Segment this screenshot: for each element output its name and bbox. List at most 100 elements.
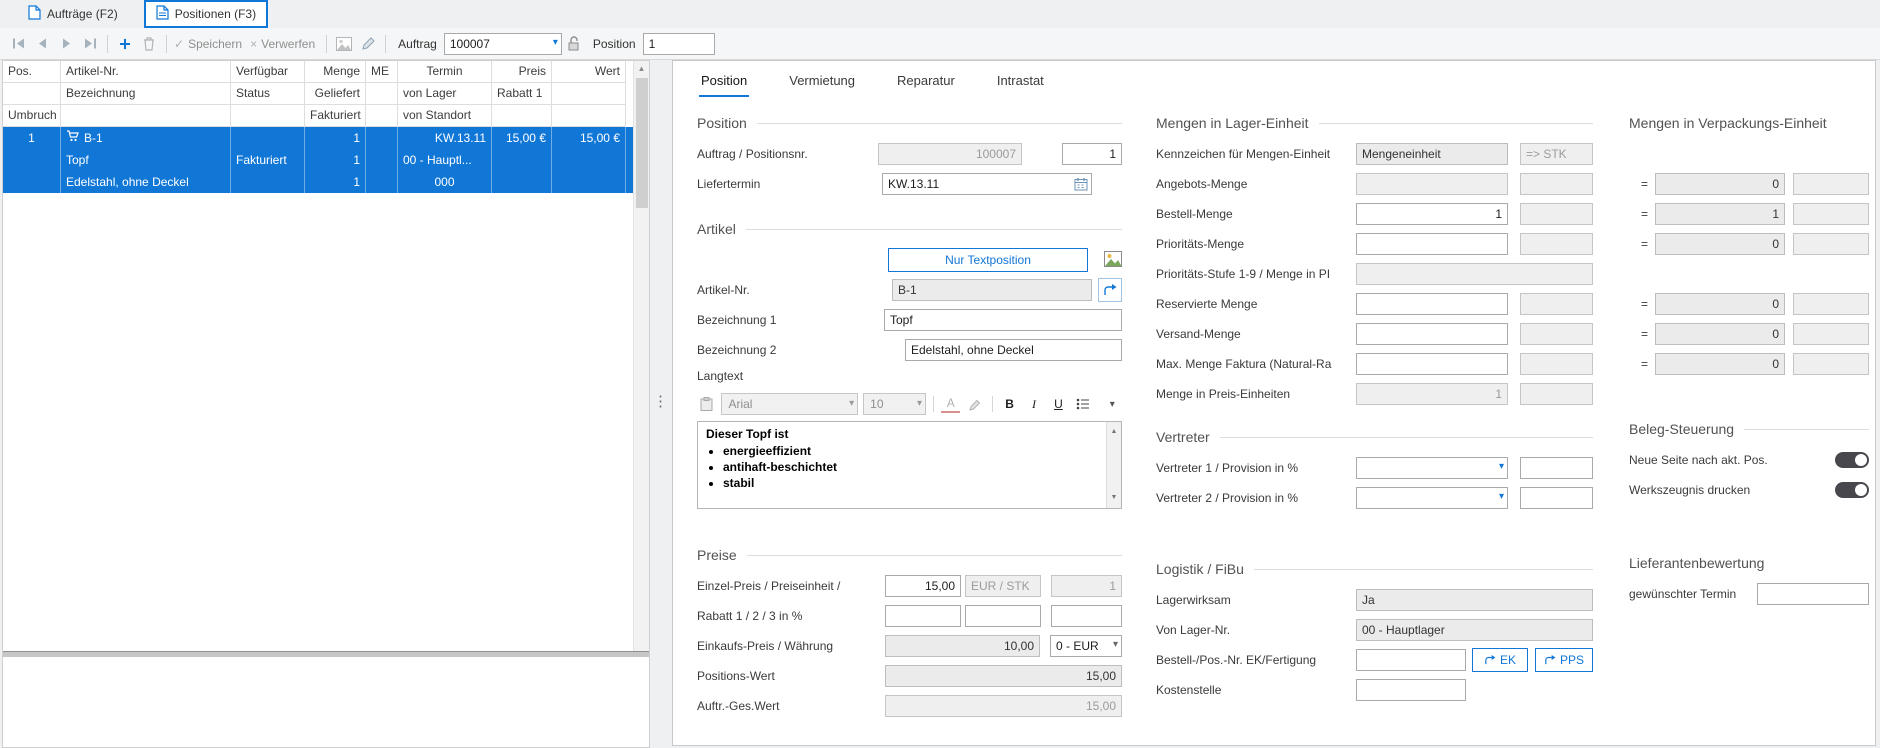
position-toolbar-input[interactable] [643, 33, 715, 55]
werkszeugnis-toggle[interactable] [1835, 482, 1869, 498]
col-header-me[interactable]: ME [366, 61, 398, 83]
col-header-fakturiert[interactable]: Fakturiert [305, 105, 366, 127]
nav-first-button[interactable] [6, 32, 30, 56]
col-header-preis[interactable]: Preis [492, 61, 552, 83]
col-header-menge[interactable]: Menge [305, 61, 366, 83]
col-header-geliefert[interactable]: Geliefert [305, 83, 366, 105]
scroll-down-icon[interactable]: ▼ [1111, 488, 1118, 508]
scrollbar-thumb[interactable] [636, 78, 648, 208]
vertical-splitter-handle[interactable]: ⋮ [653, 392, 668, 410]
prioritaets-menge-input[interactable] [1356, 233, 1508, 255]
cell-preis: 15,00 € [492, 127, 552, 193]
delete-row-button[interactable] [137, 32, 161, 56]
col-header-verfuegbar[interactable]: Verfügbar [231, 61, 305, 83]
langtext-editor[interactable]: Dieser Topf ist energieeffizient antihaf… [697, 421, 1122, 509]
tab-vermietung[interactable]: Vermietung [787, 69, 857, 97]
section-artikel: Artikel [697, 219, 1122, 239]
ek-button[interactable]: EK [1472, 648, 1528, 672]
col-header-wert[interactable]: Wert [552, 61, 626, 83]
kennzeichen-input [1356, 143, 1508, 165]
nav-prev-button[interactable] [30, 32, 54, 56]
langtext-scrollbar[interactable]: ▲ ▼ [1106, 422, 1121, 508]
tab-position[interactable]: Position [699, 69, 749, 97]
underline-button[interactable]: U [1049, 394, 1068, 414]
detail-content: Position Auftrag / Positionsnr. Lieferte… [673, 97, 1875, 725]
scroll-up-icon[interactable]: ▲ [1111, 422, 1118, 442]
image-tool-button[interactable] [332, 32, 356, 56]
col-header-status[interactable]: Status [231, 83, 305, 105]
neue-seite-toggle[interactable] [1835, 452, 1869, 468]
row-verpackung-5: = [1629, 323, 1869, 345]
toolbar-overflow-button[interactable]: ▾ [1103, 394, 1122, 414]
col-header-empty [231, 105, 305, 127]
tab-intrastat[interactable]: Intrastat [995, 69, 1046, 97]
add-row-button[interactable] [113, 32, 137, 56]
col-header-artikel-nr[interactable]: Artikel-Nr. [61, 61, 231, 83]
italic-button[interactable]: I [1024, 394, 1043, 414]
gewuenschter-termin-input[interactable] [1757, 583, 1869, 605]
col-header-von-lager[interactable]: von Lager [398, 83, 492, 105]
bestell-menge-input[interactable] [1356, 203, 1508, 225]
grid-row-selected[interactable]: 1 B-1 Topf Edelstahl, ohne Deckel Faktur… [3, 127, 649, 193]
bullet-list-button[interactable] [1073, 394, 1092, 414]
kostenstelle-input[interactable] [1356, 679, 1466, 701]
ek-label: EK [1500, 653, 1516, 667]
tab-auftraege[interactable]: Aufträge (F2) [18, 2, 128, 26]
section-logistik: Logistik / FiBu [1156, 559, 1593, 579]
grid-vertical-scrollbar[interactable]: ▲ [633, 61, 649, 651]
unlock-button[interactable] [562, 32, 586, 56]
max-menge-input[interactable] [1356, 353, 1508, 375]
bezeichnung-2-input[interactable] [905, 339, 1122, 361]
col-header-termin[interactable]: Termin [398, 61, 492, 83]
bezeichnung-1-input[interactable] [884, 309, 1122, 331]
bold-button[interactable]: B [1000, 394, 1019, 414]
col-header-bezeichnung[interactable]: Bezeichnung [61, 83, 231, 105]
col-header-umbruch[interactable]: Umbruch [3, 105, 61, 127]
col-header-pos[interactable]: Pos. [3, 61, 61, 83]
positions-nr-input[interactable] [1062, 143, 1122, 165]
paste-button[interactable] [697, 394, 716, 414]
artikel-nr-value: B-1 [84, 127, 103, 149]
tab-reparatur[interactable]: Reparatur [895, 69, 957, 97]
waehrung-input[interactable] [1050, 635, 1122, 657]
waehrung-combo[interactable]: ▾ [1050, 635, 1122, 657]
save-button[interactable]: ✓ Speichern [174, 37, 242, 51]
provision-1-input[interactable] [1520, 457, 1593, 479]
reservierte-menge-input[interactable] [1356, 293, 1508, 315]
rabatt-2-input[interactable] [965, 605, 1041, 627]
jump-arrow-icon [1103, 284, 1117, 296]
vertreter-1-combo[interactable]: ▾ [1356, 457, 1508, 479]
liefertermin-input[interactable] [882, 173, 1092, 195]
edit-text-tool-button[interactable] [356, 32, 380, 56]
einzelpreis-input[interactable] [885, 575, 961, 597]
nur-textposition-button[interactable]: Nur Textposition [888, 248, 1088, 272]
row-gesamtwert: Auftr.-Ges.Wert [697, 695, 1122, 717]
goto-artikel-button[interactable] [1098, 278, 1122, 302]
trash-icon [143, 37, 155, 51]
col-header-rabatt[interactable]: Rabatt 1 [492, 83, 552, 105]
vertreter-1-input[interactable] [1356, 457, 1508, 479]
versand-menge-input[interactable] [1356, 323, 1508, 345]
rabatt-3-input[interactable] [1051, 605, 1122, 627]
artikel-nr-input[interactable] [892, 279, 1092, 301]
auftrag-nr-input [878, 143, 1022, 165]
col-header-von-standort[interactable]: von Standort [398, 105, 492, 127]
auftrag-combo[interactable]: ▾ [444, 33, 562, 55]
calendar-icon[interactable] [1074, 177, 1088, 194]
provision-2-input[interactable] [1520, 487, 1593, 509]
von-lager-nr-input [1356, 619, 1593, 641]
rabatt-1-input[interactable] [885, 605, 961, 627]
artikel-image-icon[interactable] [1104, 251, 1122, 270]
scroll-up-icon[interactable]: ▲ [638, 61, 646, 76]
nav-last-button[interactable] [78, 32, 102, 56]
vertreter-2-combo[interactable]: ▾ [1356, 487, 1508, 509]
tab-positionen[interactable]: Positionen (F3) [144, 0, 268, 28]
pps-button[interactable]: PPS [1535, 648, 1593, 672]
discard-button[interactable]: × Verwerfen [250, 37, 315, 51]
auftrag-combo-input[interactable] [444, 33, 562, 55]
bestell-pos-nr-input[interactable] [1356, 649, 1466, 671]
nav-next-button[interactable] [54, 32, 78, 56]
field-label: Bezeichnung 1 [697, 313, 884, 327]
field-label: Artikel-Nr. [697, 283, 892, 297]
vertreter-2-input[interactable] [1356, 487, 1508, 509]
